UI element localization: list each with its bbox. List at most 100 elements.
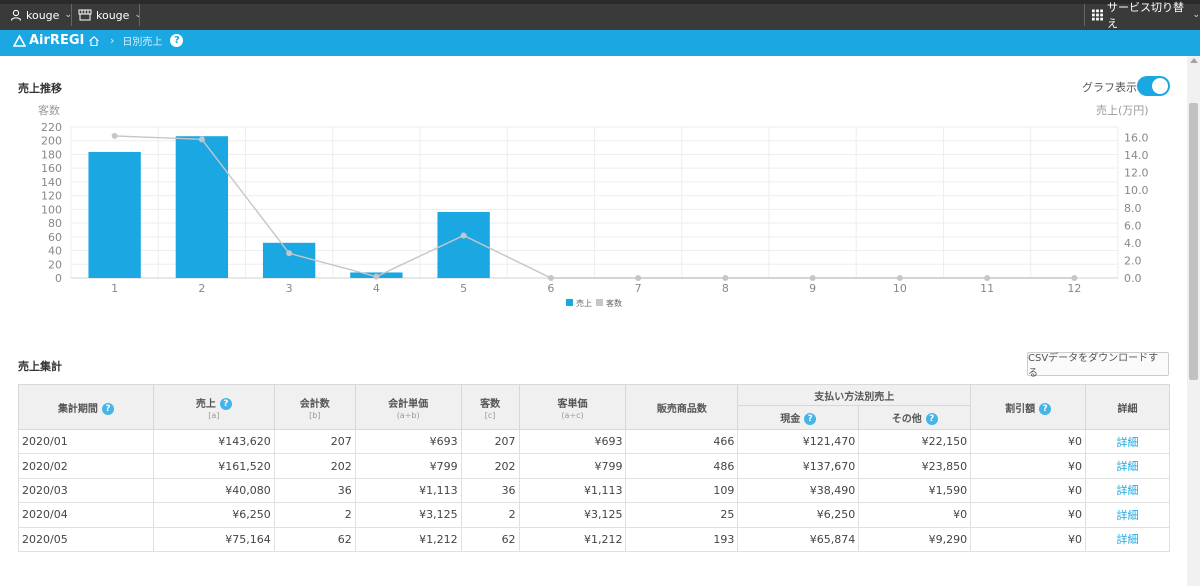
user-menu[interactable]: kouge ⌄ <box>10 5 72 25</box>
customers-line <box>114 135 1075 279</box>
left-tick-label: 220 <box>41 121 62 134</box>
summary-section-title: 売上集計 <box>18 360 62 373</box>
right-tick-label: 16.0 <box>1124 132 1149 145</box>
help-icon[interactable]: ? <box>1039 402 1052 415</box>
help-icon[interactable]: ? <box>804 413 817 425</box>
cell-detail: 詳細 <box>1085 502 1170 528</box>
help-icon[interactable]: ? <box>219 397 232 410</box>
x-tick-label: 12 <box>1067 282 1081 295</box>
cell-count: 207 <box>273 428 356 455</box>
header-payment: 支払い方法別売上 <box>737 384 972 406</box>
table-row: 2020/02 ¥161,520 202 ¥799 202 ¥799 486 ¥137,670… <box>18 453 1170 479</box>
detail-link[interactable]: 詳細 <box>1117 460 1139 473</box>
help-icon[interactable]: ? <box>101 402 114 415</box>
toggle-knob <box>1152 78 1168 94</box>
detail-link[interactable]: 詳細 <box>1117 509 1139 522</box>
table-row: 2020/04 ¥6,250 2 ¥3,125 2 ¥3,125 25 ¥6,250 ¥0 ¥0 詳… <box>18 502 1170 528</box>
service-switch-menu[interactable]: サービス切り替え ⌄ <box>1092 1 1200 30</box>
cell-cash: ¥137,670 <box>737 453 860 479</box>
cell-unit: ¥799 <box>354 453 462 479</box>
header-items: 販売商品数 <box>625 384 739 430</box>
right-tick-label: 10.0 <box>1124 184 1149 197</box>
left-tick-label: 60 <box>48 231 62 244</box>
store-menu[interactable]: kouge ⌄ <box>78 5 142 25</box>
cell-unit: ¥693 <box>354 428 462 455</box>
header-customers: 客数 [c] <box>460 384 520 430</box>
cell-items: 25 <box>625 502 739 528</box>
cell-disc: ¥0 <box>970 526 1087 552</box>
left-axis-title: 客数 <box>38 104 60 117</box>
x-tick-label: 6 <box>547 282 554 295</box>
right-tick-label: 4.0 <box>1124 237 1142 250</box>
x-tick-label: 5 <box>460 282 467 295</box>
service-switch-label: サービス切り替え <box>1106 1 1184 30</box>
header-discount: 割引額? <box>970 384 1087 430</box>
cell-cash: ¥6,250 <box>737 502 860 528</box>
cell-other: ¥1,590 <box>858 477 972 504</box>
sales-bar <box>262 242 316 278</box>
cell-items: 466 <box>625 428 739 455</box>
legend-label-sales: 売上 <box>576 298 592 308</box>
customers-point <box>198 136 205 143</box>
cell-items: 109 <box>625 477 739 504</box>
header-sales: 売上? [a] <box>152 384 275 430</box>
cell-cprice: ¥1,212 <box>518 526 627 552</box>
summary-table: 集計期間? 売上? [a] 会計数 [b] 会計単価 (a÷b) 客数 [c] 客単価(… <box>18 384 1170 552</box>
header-unit-price: 会計単価 (a÷b) <box>354 384 462 430</box>
left-tick-label: 200 <box>41 135 62 148</box>
detail-link[interactable]: 詳細 <box>1117 484 1139 497</box>
scroll-up-arrow-icon[interactable] <box>1190 58 1198 63</box>
breadcrumb-current: 日別売上 <box>122 37 163 48</box>
cell-cust: 36 <box>460 477 520 504</box>
customers-point <box>460 232 467 239</box>
cell-count: 36 <box>273 477 356 504</box>
cell-unit: ¥1,212 <box>354 526 462 552</box>
header-customer-price: 客単価 (a÷c) <box>518 384 627 430</box>
chart-section-title: 売上推移 <box>18 82 62 95</box>
right-tick-label: 2.0 <box>1124 254 1142 267</box>
left-tick-label: 20 <box>48 258 62 271</box>
detail-link[interactable]: 詳細 <box>1117 533 1139 546</box>
header-period: 集計期間? <box>18 384 154 430</box>
cell-disc: ¥0 <box>970 428 1087 455</box>
customers-point <box>111 132 118 139</box>
cell-cprice: ¥1,113 <box>518 477 627 504</box>
cell-period: 2020/01 <box>18 428 154 455</box>
help-icon[interactable]: ? <box>170 34 184 47</box>
right-tick-label: 14.0 <box>1124 149 1149 162</box>
cell-cust: 207 <box>460 428 520 455</box>
help-icon[interactable]: ? <box>925 413 938 425</box>
cell-sales: ¥143,620 <box>152 428 275 455</box>
scrollbar-thumb[interactable] <box>1189 103 1198 380</box>
cell-sales: ¥75,164 <box>152 526 275 552</box>
divider <box>71 4 72 26</box>
divider <box>1084 4 1085 26</box>
customers-point <box>286 250 293 257</box>
graph-toggle[interactable] <box>1137 76 1170 96</box>
csv-download-button[interactable]: CSVデータをダウンロードする <box>1027 352 1169 379</box>
logo[interactable]: AirREGI <box>13 33 84 48</box>
cell-unit: ¥3,125 <box>354 502 462 528</box>
user-icon <box>10 9 22 21</box>
cell-items: 193 <box>625 526 739 552</box>
left-tick-label: 180 <box>41 148 62 161</box>
breadcrumb: › 日別売上 ? <box>88 33 184 48</box>
cell-other: ¥23,850 <box>858 453 972 479</box>
cell-cash: ¥121,470 <box>737 428 860 455</box>
header-detail: 詳細 <box>1085 384 1170 430</box>
cell-cprice: ¥799 <box>518 453 627 479</box>
detail-link[interactable]: 詳細 <box>1117 436 1139 449</box>
right-tick-label: 0.0 <box>1124 272 1142 285</box>
cell-cash: ¥38,490 <box>737 477 860 504</box>
table-row: 2020/05 ¥75,164 62 ¥1,212 62 ¥1,212 193 ¥65,874… <box>18 526 1170 552</box>
cell-sales: ¥40,080 <box>152 477 275 504</box>
home-icon[interactable] <box>88 35 100 47</box>
cell-count: 2 <box>273 502 356 528</box>
sales-bar <box>350 272 403 278</box>
right-tick-label: 12.0 <box>1124 167 1149 180</box>
legend-swatch-customers <box>596 299 603 306</box>
airregi-logo-icon <box>13 34 26 47</box>
sales-bar <box>437 211 490 278</box>
cell-cust: 202 <box>460 453 520 479</box>
cell-cust: 62 <box>460 526 520 552</box>
